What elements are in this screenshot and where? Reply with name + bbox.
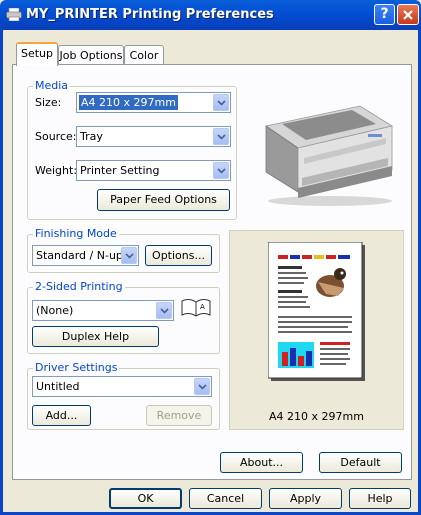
window-title: MY_PRINTER Printing Preferences — [26, 7, 274, 22]
driver-group-label: Driver Settings — [33, 361, 120, 374]
media-group-label: Media — [33, 79, 71, 92]
finishing-select[interactable]: Standard / N-up — [32, 245, 139, 266]
apply-button[interactable]: Apply — [269, 488, 342, 509]
size-value: A4 210 x 297mm — [79, 95, 178, 110]
two-sided-select[interactable]: (None) — [32, 300, 174, 321]
chevron-down-icon[interactable] — [156, 302, 172, 319]
options-button[interactable]: Options... — [145, 245, 212, 266]
page-preview — [268, 242, 365, 381]
tab-setup[interactable]: Setup — [16, 42, 58, 66]
size-label: Size: — [35, 96, 62, 109]
source-value: Tray — [80, 130, 103, 143]
help-title-button[interactable]: ? — [374, 4, 395, 25]
paper-size-caption: A4 210 x 297mm — [269, 410, 364, 423]
close-icon — [403, 10, 413, 20]
about-button[interactable]: About... — [220, 452, 303, 473]
two-sided-value: (None) — [36, 304, 74, 317]
close-button[interactable] — [397, 4, 419, 25]
chevron-down-icon[interactable] — [213, 128, 229, 145]
tab-job-options-label: Job Options — [59, 49, 123, 62]
help-button[interactable]: Help — [349, 488, 411, 509]
source-select[interactable]: Tray — [76, 126, 231, 147]
weight-label: Weight: — [35, 164, 78, 177]
tab-setup-label: Setup — [20, 47, 54, 60]
ok-button[interactable]: OK — [109, 488, 182, 509]
weight-select[interactable]: Printer Setting — [76, 160, 231, 181]
two-sided-group-label: 2-Sided Printing — [33, 280, 125, 293]
size-select[interactable]: A4 210 x 297mm — [76, 92, 231, 113]
finishing-group-label: Finishing Mode — [33, 227, 119, 240]
printer-image — [265, 105, 394, 206]
book-icon: A — [181, 299, 211, 317]
duplex-help-button[interactable]: Duplex Help — [32, 326, 159, 347]
tab-color-label: Color — [129, 49, 159, 62]
driver-select[interactable]: Untitled — [32, 376, 212, 397]
remove-button[interactable]: Remove — [146, 405, 212, 426]
tab-color[interactable]: Color — [124, 45, 164, 65]
svg-text:A: A — [200, 303, 205, 311]
question-icon: ? — [380, 6, 389, 22]
chevron-down-icon[interactable] — [121, 247, 137, 264]
chevron-down-icon[interactable] — [194, 378, 210, 395]
source-label: Source: — [35, 130, 77, 143]
weight-value: Printer Setting — [80, 164, 160, 177]
finishing-value: Standard / N-up — [36, 249, 123, 262]
tab-job-options[interactable]: Job Options — [58, 45, 124, 65]
paper-feed-options-button[interactable]: Paper Feed Options — [97, 189, 230, 211]
printer-icon — [6, 8, 22, 21]
driver-value: Untitled — [36, 380, 80, 393]
add-button[interactable]: Add... — [32, 405, 91, 426]
chevron-down-icon[interactable] — [213, 94, 229, 111]
chevron-down-icon[interactable] — [213, 162, 229, 179]
cancel-button[interactable]: Cancel — [189, 488, 262, 509]
default-button[interactable]: Default — [319, 452, 402, 473]
